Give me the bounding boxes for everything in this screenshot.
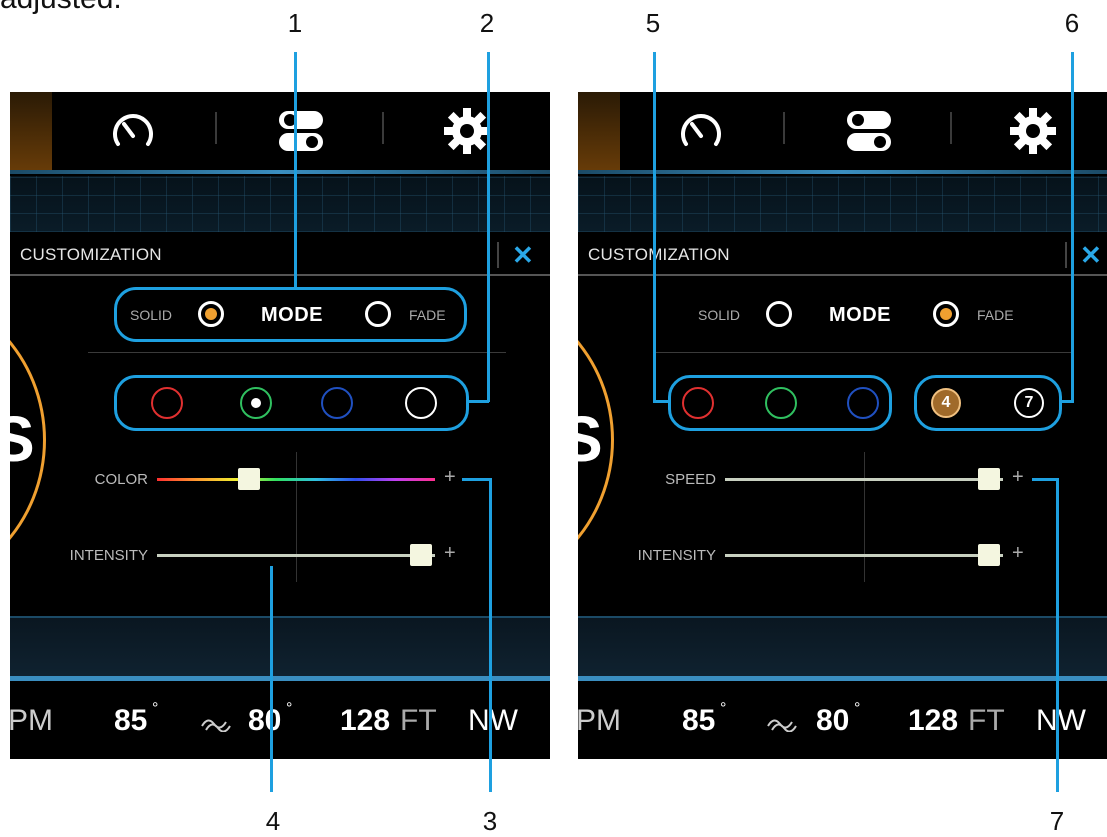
toggles-icon[interactable]: [276, 106, 326, 156]
status-degree: °: [720, 700, 727, 717]
color-slider-label: COLOR: [94, 471, 148, 488]
callout-6-hook: [1062, 400, 1074, 403]
intensity-slider-label: INTENSITY: [69, 547, 148, 564]
header-separator: [783, 112, 785, 144]
status-partial: PM: [578, 704, 621, 737]
callout-2: 2: [479, 8, 495, 38]
callout-4: 4: [265, 806, 281, 836]
header-separator: [382, 112, 384, 144]
status-degree: °: [152, 700, 159, 717]
mode-divider: [656, 352, 1074, 353]
close-icon[interactable]: ✕: [1080, 240, 1102, 271]
speed-slider-track[interactable]: [725, 478, 1003, 481]
panel-title: CUSTOMIZATION: [20, 245, 162, 264]
status-temp-air: 85: [682, 704, 716, 737]
status-heading: NW: [1036, 704, 1086, 737]
speed-callout-box: [914, 375, 1062, 431]
speed-slider-thumb[interactable]: [978, 468, 1001, 490]
callout-5-line: [653, 52, 656, 402]
callout-6-line: [1071, 52, 1074, 402]
colors-callout-box: [668, 375, 892, 431]
speed-slider-label: SPEED: [665, 471, 716, 488]
callout-1-line: [294, 52, 297, 289]
panel-divider: [10, 274, 550, 276]
intensity-slider-thumb[interactable]: [978, 544, 1001, 566]
status-heading: NW: [468, 704, 518, 737]
mode-callout-box: [114, 287, 467, 342]
header-separator: [950, 112, 952, 144]
speedometer-icon[interactable]: [108, 106, 158, 156]
callout-5: 5: [645, 8, 661, 38]
grid-band: [578, 176, 1107, 232]
grid-band: [10, 176, 550, 232]
color-slider-thumb[interactable]: [237, 468, 260, 490]
color-slider-track[interactable]: [157, 478, 435, 481]
bottom-line: [10, 676, 550, 681]
callout-2-hook: [467, 400, 489, 403]
panel-title: CUSTOMIZATION: [588, 245, 730, 264]
intensity-slider-track[interactable]: [725, 554, 1003, 557]
callout-7-hook: [1032, 478, 1059, 481]
wave-icon: [767, 719, 797, 732]
center-guide: [864, 452, 865, 582]
status-temp-water: 80: [816, 704, 850, 737]
fade-label: FADE: [977, 307, 1014, 323]
header-separator: [215, 112, 217, 144]
intensity-slider-track[interactable]: [157, 554, 435, 557]
speedometer-icon[interactable]: [676, 106, 726, 156]
status-temp-water: 80: [248, 704, 282, 737]
solid-label: SOLID: [698, 307, 741, 323]
color-plus-button[interactable]: +: [444, 466, 456, 489]
intensity-plus-button[interactable]: +: [444, 542, 456, 565]
header-accent: [578, 92, 620, 174]
header-accent: [10, 92, 52, 174]
left-screen: CUSTOMIZATION ✕ S SOLID MODE FADE COLOR …: [10, 92, 550, 759]
callout-1: 1: [287, 8, 303, 38]
callout-7-line: [1056, 478, 1059, 792]
mode-title: MODE: [829, 304, 891, 326]
gear-icon[interactable]: [442, 106, 492, 156]
callout-3-hook: [462, 478, 492, 481]
solid-radio[interactable]: [766, 301, 792, 327]
fade-radio[interactable]: [933, 301, 959, 327]
status-degree: °: [854, 700, 861, 717]
close-icon[interactable]: ✕: [512, 240, 534, 271]
bottom-band: [10, 616, 550, 676]
bottom-band: [578, 616, 1107, 676]
colors-callout-box: [114, 375, 469, 431]
status-depth: 128: [340, 704, 391, 737]
status-depth: 128: [908, 704, 959, 737]
callout-4-line: [270, 566, 273, 792]
callout-7: 7: [1049, 806, 1065, 836]
callout-5-hook: [653, 400, 669, 403]
intensity-plus-button[interactable]: +: [1012, 542, 1024, 565]
intensity-slider-label: INTENSITY: [637, 547, 716, 564]
close-separator: [497, 242, 499, 268]
status-degree: °: [286, 700, 293, 717]
callout-2-line: [487, 52, 490, 402]
right-screen: CUSTOMIZATION ✕ S SOLID MODE FADE 4 7 SP…: [578, 92, 1107, 759]
panel-divider: [578, 274, 1107, 276]
status-depth-unit: FT: [968, 704, 1005, 737]
gauge-digit: S: [578, 403, 603, 475]
status-temp-air: 85: [114, 704, 148, 737]
header-line: [10, 170, 550, 174]
toggles-icon[interactable]: [844, 106, 894, 156]
callout-3-line: [489, 478, 492, 792]
top-caption: adjusted.: [0, 0, 122, 16]
status-partial: PM: [10, 704, 53, 737]
speed-plus-button[interactable]: +: [1012, 466, 1024, 489]
callout-6: 6: [1064, 8, 1080, 38]
callout-3: 3: [482, 806, 498, 836]
mode-divider: [88, 352, 506, 353]
gear-icon[interactable]: [1008, 106, 1058, 156]
header-line: [578, 170, 1107, 174]
status-depth-unit: FT: [400, 704, 437, 737]
center-guide: [296, 452, 297, 582]
close-separator: [1065, 242, 1067, 268]
gauge-digit: S: [10, 403, 35, 475]
intensity-slider-thumb[interactable]: [410, 544, 433, 566]
wave-icon: [201, 719, 231, 732]
bottom-line: [578, 676, 1107, 681]
